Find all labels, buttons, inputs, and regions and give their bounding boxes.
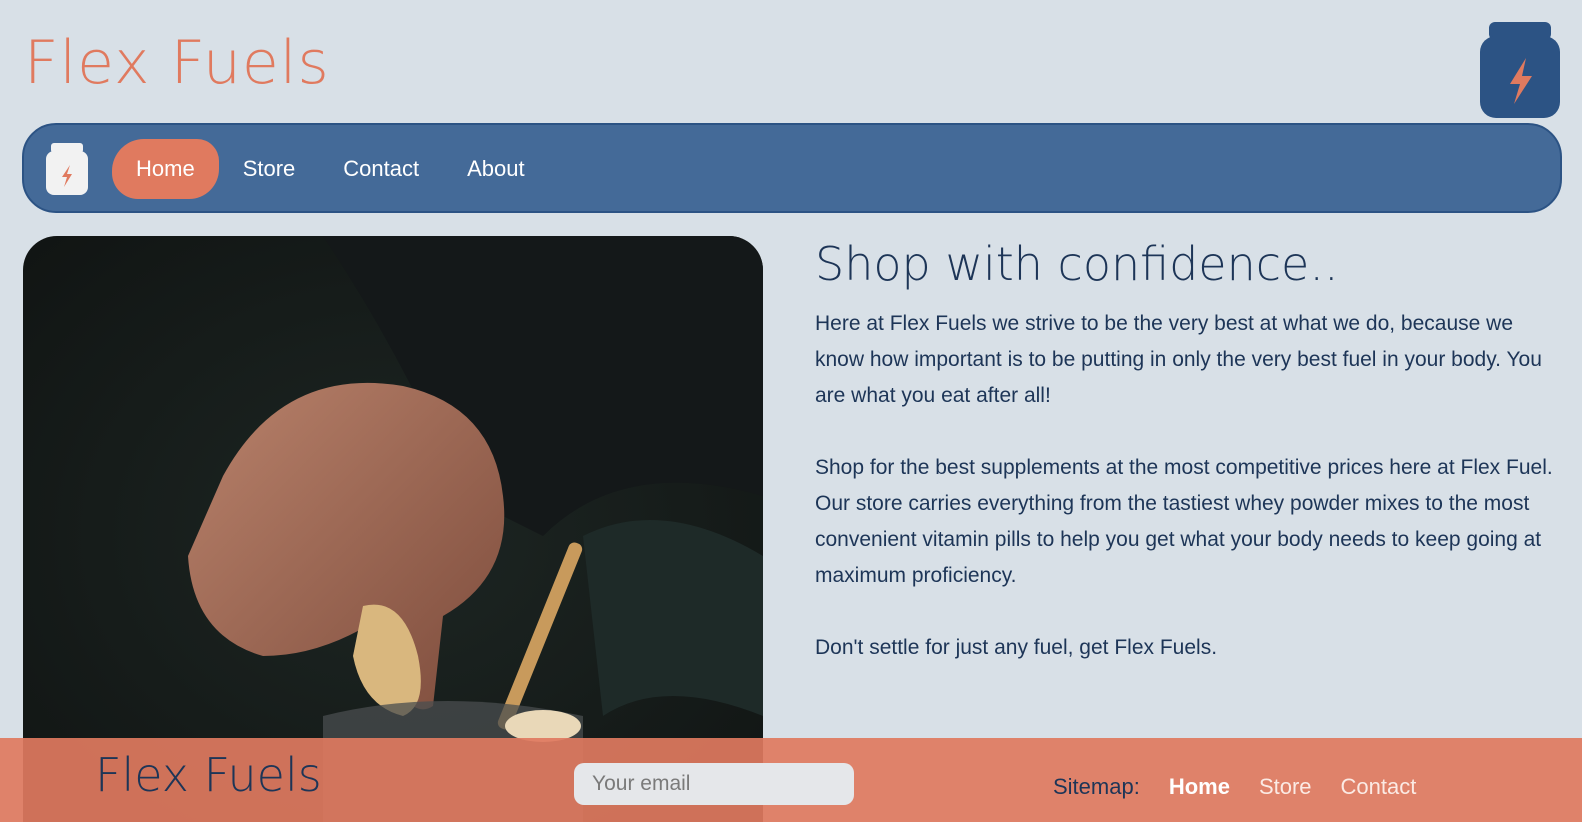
nav-menu: Home Store Contact About (112, 139, 549, 199)
tagline-paragraph: Don't settle for just any fuel, get Flex… (815, 636, 1218, 659)
sitemap-label: Sitemap: (1053, 774, 1140, 799)
main-content: Shop with confidence.. Here at Flex Fuel… (815, 236, 1560, 702)
nav-item-home[interactable]: Home (112, 139, 219, 199)
nav-item-contact[interactable]: Contact (319, 139, 443, 199)
hero-image (23, 236, 763, 822)
footer: Flex Fuels Sitemap: Home Store Contact (0, 738, 1582, 822)
intro-paragraph: Here at Flex Fuels we strive to be the v… (815, 312, 1542, 407)
footer-title: Flex Fuels (95, 748, 322, 802)
supplement-jar-icon (1480, 22, 1560, 118)
site-title: Flex Fuels (24, 28, 330, 98)
sitemap-link-home[interactable]: Home (1169, 774, 1230, 800)
sitemap-link-contact[interactable]: Contact (1341, 774, 1417, 800)
supplement-jar-icon[interactable] (46, 143, 88, 195)
sitemap: Sitemap: Home Store Contact (1053, 774, 1416, 800)
main-navbar: Home Store Contact About (22, 123, 1562, 213)
sitemap-link-store[interactable]: Store (1259, 774, 1312, 800)
store-paragraph: Shop for the best supplements at the mos… (815, 456, 1553, 587)
nav-item-about[interactable]: About (443, 139, 549, 199)
page-heading: Shop with confidence.. (815, 237, 1339, 291)
email-input[interactable] (574, 763, 854, 805)
nav-item-store[interactable]: Store (219, 139, 320, 199)
